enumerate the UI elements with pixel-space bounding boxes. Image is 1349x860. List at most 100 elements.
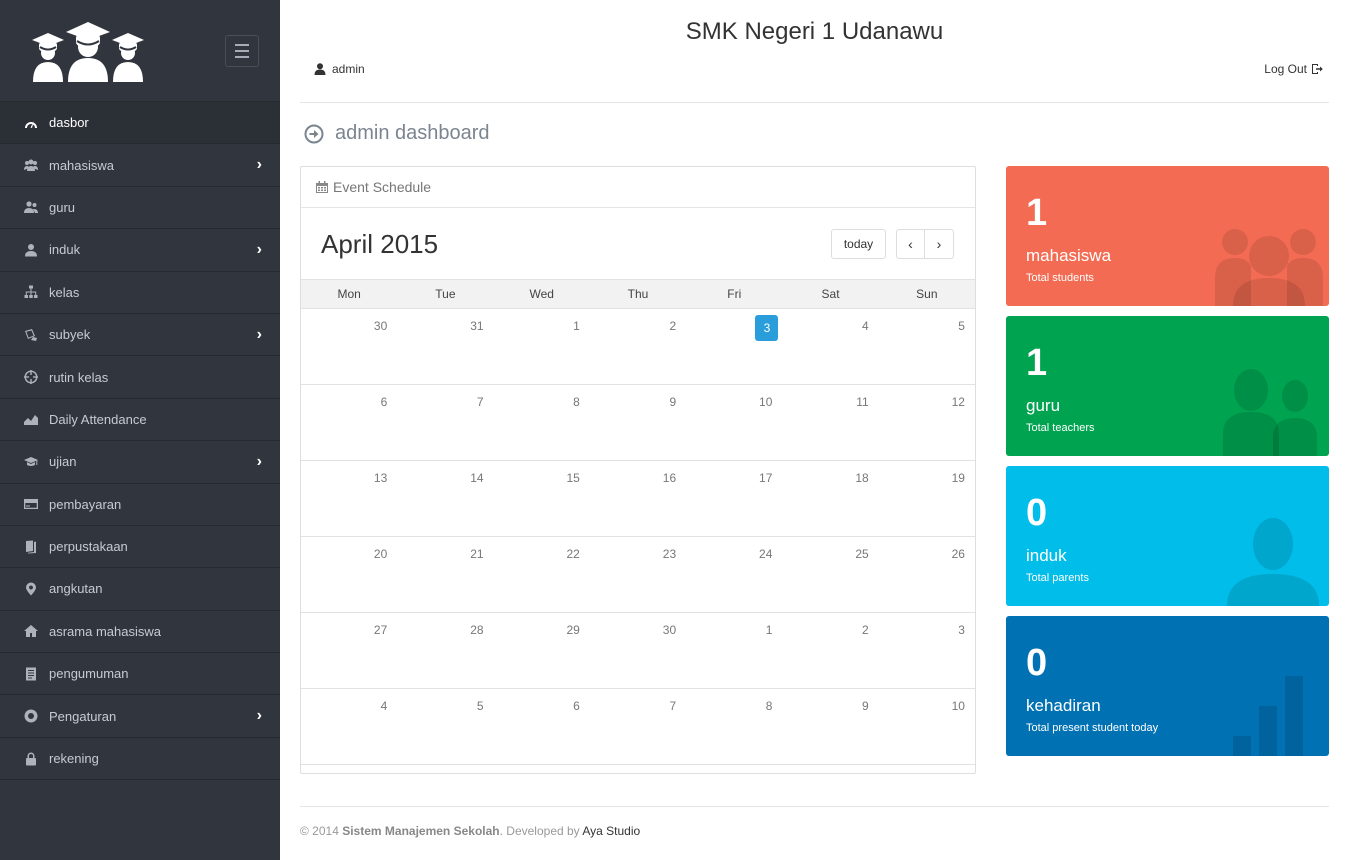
attendance-stat-card[interactable]: 0 kehadiran Total present student today (1006, 616, 1329, 756)
logout-label: Log Out (1264, 62, 1307, 76)
calendar-day[interactable]: 8 (686, 689, 782, 764)
sidebar-item-induk[interactable]: induk › (0, 229, 280, 272)
sidebar-item-kelas[interactable]: kelas (0, 272, 280, 314)
sidebar-item-label: perpustakaan (49, 539, 128, 555)
day-number: 4 (380, 699, 388, 713)
calendar-day[interactable]: 12 (879, 385, 975, 460)
students-icon (22, 157, 40, 173)
calendar-day[interactable]: 9 (782, 689, 878, 764)
sidebar-item-subyek[interactable]: subyek › (0, 314, 280, 357)
page-heading: admin dashboard (304, 122, 490, 145)
calendar-day[interactable]: 15 (494, 461, 590, 536)
calendar-day[interactable]: 6 (301, 385, 397, 460)
calendar-day[interactable]: 28 (397, 613, 493, 688)
calendar-day[interactable]: 4 (782, 309, 878, 384)
calendar-day[interactable]: 24 (686, 537, 782, 612)
calendar-day[interactable]: 16 (590, 461, 686, 536)
prev-month-button[interactable]: ‹ (896, 229, 925, 259)
sidebar-item-perpustakaan[interactable]: perpustakaan (0, 526, 280, 569)
calendar-week-row: 30 31 1 2 3 4 5 (301, 309, 975, 385)
calendar-day[interactable]: 10 (879, 689, 975, 764)
sidebar-item-angkutan[interactable]: angkutan (0, 568, 280, 611)
logo-graduates-icon[interactable] (28, 20, 148, 82)
sidebar-item-pembayaran[interactable]: pembayaran (0, 484, 280, 526)
calendar-day[interactable]: 3 (879, 613, 975, 688)
sidebar-item-guru[interactable]: guru (0, 187, 280, 230)
students-stat-card[interactable]: 1 mahasiswa Total students (1006, 166, 1329, 306)
calendar-day[interactable]: 14 (397, 461, 493, 536)
sidebar-item-dasbor[interactable]: dasbor (0, 102, 280, 145)
day-number: 18 (855, 471, 869, 485)
weekday-header: Tue (435, 287, 456, 301)
calendar-day[interactable]: 4 (301, 689, 397, 764)
calendar-day[interactable]: 17 (686, 461, 782, 536)
sidebar-item-rekening[interactable]: rekening (0, 738, 280, 781)
logout-button[interactable]: Log Out (1264, 62, 1323, 76)
teachers-stat-card[interactable]: 1 guru Total teachers (1006, 316, 1329, 456)
calendar-day[interactable]: 8 (494, 385, 590, 460)
calendar-day[interactable]: 10 (686, 385, 782, 460)
attendance-sub: Total present student today (1026, 722, 1159, 734)
footer-developer-link[interactable]: Aya Studio (582, 824, 640, 838)
sidebar-item-rutin-kelas[interactable]: rutin kelas (0, 356, 280, 399)
calendar-day[interactable]: 31 (397, 309, 493, 384)
sidebar-item-asrama-mahasiswa[interactable]: asrama mahasiswa (0, 611, 280, 654)
calendar-day[interactable]: 6 (494, 689, 590, 764)
calendar-icon (316, 181, 328, 193)
calendar-day[interactable]: 5 (879, 309, 975, 384)
calendar-day[interactable]: 30 (301, 309, 397, 384)
sidebar-item-pengumuman[interactable]: pengumuman (0, 653, 280, 696)
calendar-day[interactable]: 1 (494, 309, 590, 384)
sidebar-item-label: Daily Attendance (49, 411, 147, 427)
calendar-day[interactable]: 18 (782, 461, 878, 536)
calendar-day[interactable]: 2 (590, 309, 686, 384)
sidebar-item-label: guru (49, 199, 76, 215)
weekday-header: Wed (529, 287, 554, 301)
username-label: admin (332, 62, 365, 76)
calendar-day[interactable]: 29 (494, 613, 590, 688)
bar-chart-icon (1233, 676, 1303, 756)
calendar-day[interactable]: 26 (879, 537, 975, 612)
calendar-day[interactable]: 11 (782, 385, 878, 460)
calendar-day[interactable]: 7 (397, 385, 493, 460)
sidebar-item-pengaturan[interactable]: Pengaturan › (0, 695, 280, 738)
sidebar-item-mahasiswa[interactable]: mahasiswa › (0, 144, 280, 187)
users-group-icon (1215, 229, 1323, 306)
calendar-day[interactable]: 22 (494, 537, 590, 612)
calendar-day[interactable]: 30 (590, 613, 686, 688)
today-button[interactable]: today (831, 229, 886, 259)
calendar-day[interactable]: 21 (397, 537, 493, 612)
calendar-day[interactable]: 27 (301, 613, 397, 688)
calendar-day[interactable]: 2 (782, 613, 878, 688)
calendar-day[interactable]: 7 (590, 689, 686, 764)
calendar-day-today[interactable]: 3 (686, 309, 782, 384)
calendar-day[interactable]: 1 (686, 613, 782, 688)
day-number: 15 (566, 471, 580, 485)
calendar-day[interactable]: 5 (397, 689, 493, 764)
day-number: 28 (470, 623, 484, 637)
calendar-week-row: 20 21 22 23 24 25 26 (301, 537, 975, 613)
menu-toggle-button[interactable] (225, 35, 259, 67)
sidebar-item-daily-attendance[interactable]: Daily Attendance (0, 399, 280, 442)
sitemap-icon (22, 284, 40, 300)
calendar-day[interactable]: 19 (879, 461, 975, 536)
teacher-icon (22, 199, 40, 215)
parents-stat-card[interactable]: 0 induk Total parents (1006, 466, 1329, 606)
calendar-day[interactable]: 13 (301, 461, 397, 536)
sidebar-item-ujian[interactable]: ujian › (0, 441, 280, 484)
current-user[interactable]: admin (314, 62, 365, 76)
user-icon (314, 63, 326, 75)
next-month-button[interactable]: › (925, 229, 954, 259)
parents-count: 0 (1026, 492, 1048, 534)
calendar-month-title: April 2015 (321, 229, 439, 259)
panel-title: Event Schedule (333, 179, 432, 195)
calendar-day[interactable]: 23 (590, 537, 686, 612)
calendar-day[interactable]: 9 (590, 385, 686, 460)
calendar-day[interactable]: 20 (301, 537, 397, 612)
day-number: 17 (759, 471, 773, 485)
day-number: 7 (476, 395, 484, 409)
day-number: 10 (951, 699, 965, 713)
calendar-day[interactable]: 25 (782, 537, 878, 612)
footer-copyright: © 2014 (300, 824, 343, 838)
teachers-icon (1223, 369, 1317, 456)
